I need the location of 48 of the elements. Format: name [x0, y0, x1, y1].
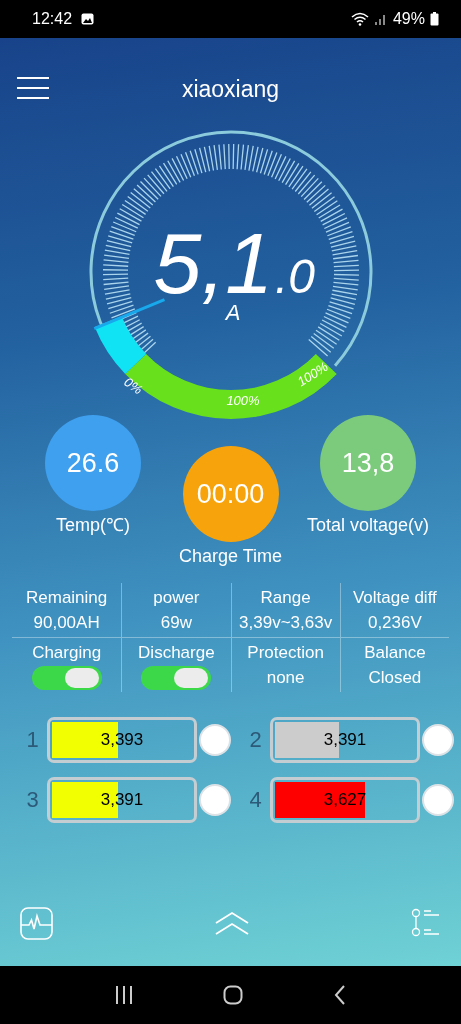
stat-label: Remaining: [26, 587, 108, 609]
cell-indicator: [199, 784, 231, 816]
control-label: Protection: [247, 642, 324, 664]
recent-apps-icon[interactable]: [115, 986, 134, 1004]
cell-number: 3: [25, 787, 40, 813]
stat-label: Range: [260, 587, 311, 609]
wifi-icon: [350, 12, 369, 26]
gauge-label: 0%: [120, 374, 145, 398]
indicator-circle: 13,8: [320, 415, 416, 511]
control-label: Balance: [364, 642, 426, 664]
current-decimal: .0: [274, 250, 315, 303]
stat-value: 90,00AH: [33, 612, 100, 634]
indicator-circle: 00:00: [182, 446, 279, 542]
control-label: Charging: [32, 642, 102, 664]
control-value: Closed: [368, 667, 422, 689]
toggle-switch[interactable]: [141, 666, 212, 690]
stat-label: power: [153, 587, 200, 609]
stat-label: Voltage diff: [352, 587, 437, 609]
indicator-label: Temp(℃): [56, 514, 130, 536]
cell-indicator: [199, 724, 231, 756]
app-title: xiaoxiang: [181, 75, 280, 103]
indicator-label: Charge Time: [178, 545, 282, 567]
chevron-up-icon[interactable]: [214, 910, 250, 936]
gauge-label: 100%: [225, 393, 260, 408]
control-label: Discharge: [138, 642, 215, 664]
cell-number: 4: [248, 787, 263, 813]
chart-icon[interactable]: [20, 906, 53, 940]
cell-number: 2: [248, 727, 263, 753]
cell-indicator: [422, 784, 454, 816]
indicator-label: Total voltage(v): [306, 514, 430, 536]
cell-number: 1: [25, 727, 40, 753]
toggle-switch[interactable]: [31, 666, 102, 690]
timeline-list-icon[interactable]: [411, 908, 441, 938]
picture-notification-icon: [81, 13, 95, 25]
control-value: none: [266, 667, 305, 689]
battery-percent: 49%: [392, 10, 425, 28]
status-time: 12:42: [32, 10, 73, 28]
stat-value: 69w: [160, 612, 192, 634]
stat-value: 0,236V: [367, 612, 422, 634]
battery-icon: [430, 12, 439, 26]
signal-icon: [373, 12, 388, 26]
gauge-marker: [94, 316, 146, 375]
home-icon[interactable]: [223, 985, 244, 1005]
stat-value: 3,39v~3,63v: [239, 612, 333, 634]
indicator-circle: 26.6: [45, 415, 141, 511]
menu-icon[interactable]: [17, 77, 49, 99]
back-icon[interactable]: [333, 985, 346, 1005]
cell-indicator: [422, 724, 454, 756]
